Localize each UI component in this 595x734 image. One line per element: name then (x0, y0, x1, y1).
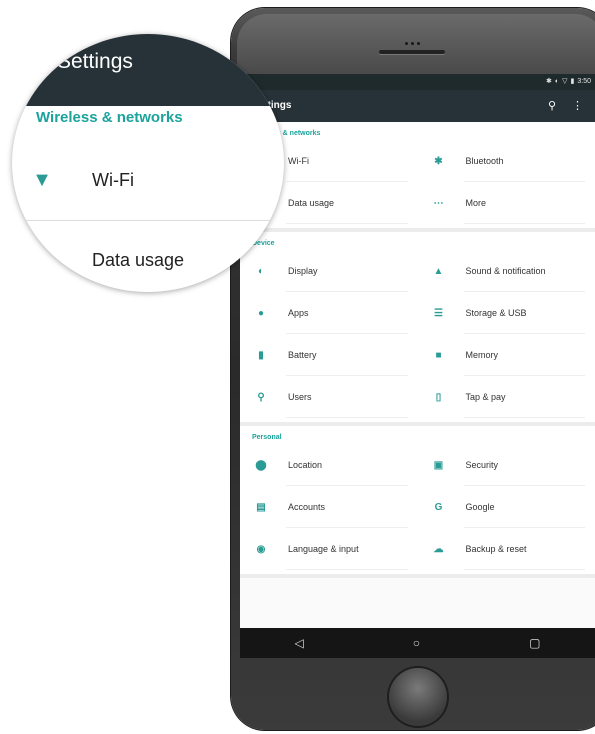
settings-list: Wireless & networks▼Wi-Fi✱Bluetooth◔Data… (240, 122, 595, 578)
tap-pay-icon: ▯ (435, 391, 442, 403)
magnifier-section-title: Wireless & networks (36, 109, 183, 126)
recents-button[interactable]: ▢ (529, 636, 540, 650)
memory-icon: ■ (435, 349, 442, 361)
settings-item-tap-pay[interactable]: ▯ Tap & pay (418, 376, 595, 418)
camera-sensors (405, 42, 421, 45)
magnifier-item-label: Data usage (92, 249, 185, 270)
more-icon: ⋯ (433, 197, 444, 209)
divider (12, 220, 284, 221)
settings-item-label: Google (465, 502, 495, 512)
settings-item-label: Security (465, 460, 499, 470)
settings-item-battery[interactable]: ▮ Battery (240, 334, 418, 376)
location-icon: ⬤ (255, 459, 267, 471)
settings-item-storage-usb[interactable]: ☰ Storage & USB (418, 292, 595, 334)
settings-section: Personal ⬤ Location ▣ Security ▤ Accounts G Goog… (240, 426, 595, 578)
earpiece-speaker (379, 50, 445, 54)
phone-top-bezel (237, 14, 595, 74)
magnifier-app-bar: Settings (12, 34, 284, 106)
wifi-icon: ▽ (562, 78, 568, 85)
battery-icon: ▮ (258, 349, 264, 361)
settings-item-label: Location (288, 460, 323, 470)
storage-icon: ☰ (434, 307, 443, 319)
settings-section: Device ◐ Display ▲ Sound & notification ● Apps… (240, 232, 595, 426)
magnifier-title: Settings (57, 50, 133, 73)
status-bar: ✱ ◐ ▽ ▮ 3:50 (240, 74, 595, 90)
settings-item-apps[interactable]: ● Apps (240, 292, 418, 334)
bell-icon: ▲ (433, 265, 444, 277)
magnifier-item-label: Wi-Fi (92, 169, 134, 190)
cloud-icon: ☁ (433, 543, 444, 555)
settings-item-label: Memory (465, 350, 499, 360)
home-button[interactable] (389, 668, 447, 726)
magnifier-item-data-usage[interactable]: ◔ Data usage (12, 230, 284, 290)
navigation-bar: ◁ ○ ▢ (240, 628, 595, 658)
settings-item-sound-notification[interactable]: ▲ Sound & notification (418, 250, 595, 292)
section-title: Device (252, 240, 275, 247)
magnifier-callout: Settings Wireless & networks ▼ Wi-Fi ◔ D… (12, 34, 284, 292)
google-icon: G (434, 501, 443, 513)
settings-item-label: Accounts (288, 502, 326, 512)
settings-item-label: Users (288, 392, 312, 402)
data-usage-icon: ◔ (35, 248, 49, 271)
app-bar: Settings ⚲ ⋮ (240, 90, 595, 122)
settings-item-backup-reset[interactable]: ☁ Backup & reset (418, 528, 595, 570)
search-icon[interactable]: ⚲ (548, 99, 556, 112)
battery-icon: ▮ (570, 78, 575, 85)
settings-item-label: Backup & reset (465, 544, 527, 554)
settings-item-label: Battery (288, 350, 317, 360)
settings-item-label: Storage & USB (465, 308, 527, 318)
settings-item-users[interactable]: ⚲ Users (240, 376, 418, 418)
status-time: 3:50 (577, 77, 591, 85)
settings-section: Wireless & networks▼Wi-Fi✱Bluetooth◔Data… (240, 122, 595, 232)
settings-item-memory[interactable]: ■ Memory (418, 334, 595, 376)
lock-icon: ▣ (433, 459, 444, 471)
settings-item-label: Wi-Fi (288, 156, 309, 166)
settings-item-accounts[interactable]: ▤ Accounts (240, 486, 418, 528)
settings-item-label: Data usage (288, 198, 335, 208)
settings-item-bluetooth[interactable]: ✱ Bluetooth (418, 140, 595, 182)
wifi-icon: ▼ (32, 168, 52, 191)
phone-screen: ✱ ◐ ▽ ▮ 3:50 Settings ⚲ ⋮ Wireless & net… (240, 74, 595, 658)
bluetooth-icon: ✱ (546, 78, 552, 85)
section-title: Personal (252, 434, 282, 441)
settings-item-security[interactable]: ▣ Security (418, 444, 595, 486)
globe-icon: ◉ (256, 543, 266, 555)
section-title: Wireless & networks (252, 130, 321, 137)
magnifier-item-wifi[interactable]: ▼ Wi-Fi (12, 150, 284, 210)
overflow-menu-icon[interactable]: ⋮ (572, 99, 583, 112)
back-button[interactable]: ◁ (295, 636, 304, 650)
accounts-icon: ▤ (256, 501, 266, 513)
settings-item-label: Language & input (288, 544, 359, 554)
settings-item-label: Sound & notification (465, 266, 546, 276)
settings-item-label: Display (288, 266, 318, 276)
settings-item-label: Tap & pay (465, 392, 506, 402)
user-icon: ⚲ (257, 391, 265, 403)
bluetooth-icon: ✱ (434, 155, 443, 167)
settings-item-label: Apps (288, 308, 309, 318)
android-icon: ● (257, 307, 265, 319)
settings-item-language-input[interactable]: ◉ Language & input (240, 528, 418, 570)
signal-icon: ◐ (554, 77, 560, 85)
settings-item-label: Bluetooth (465, 156, 504, 166)
settings-item-location[interactable]: ⬤ Location (240, 444, 418, 486)
settings-item-label: More (465, 198, 487, 208)
home-nav-button[interactable]: ○ (413, 636, 420, 650)
settings-item-google[interactable]: G Google (418, 486, 595, 528)
settings-item-more[interactable]: ⋯ More (418, 182, 595, 224)
